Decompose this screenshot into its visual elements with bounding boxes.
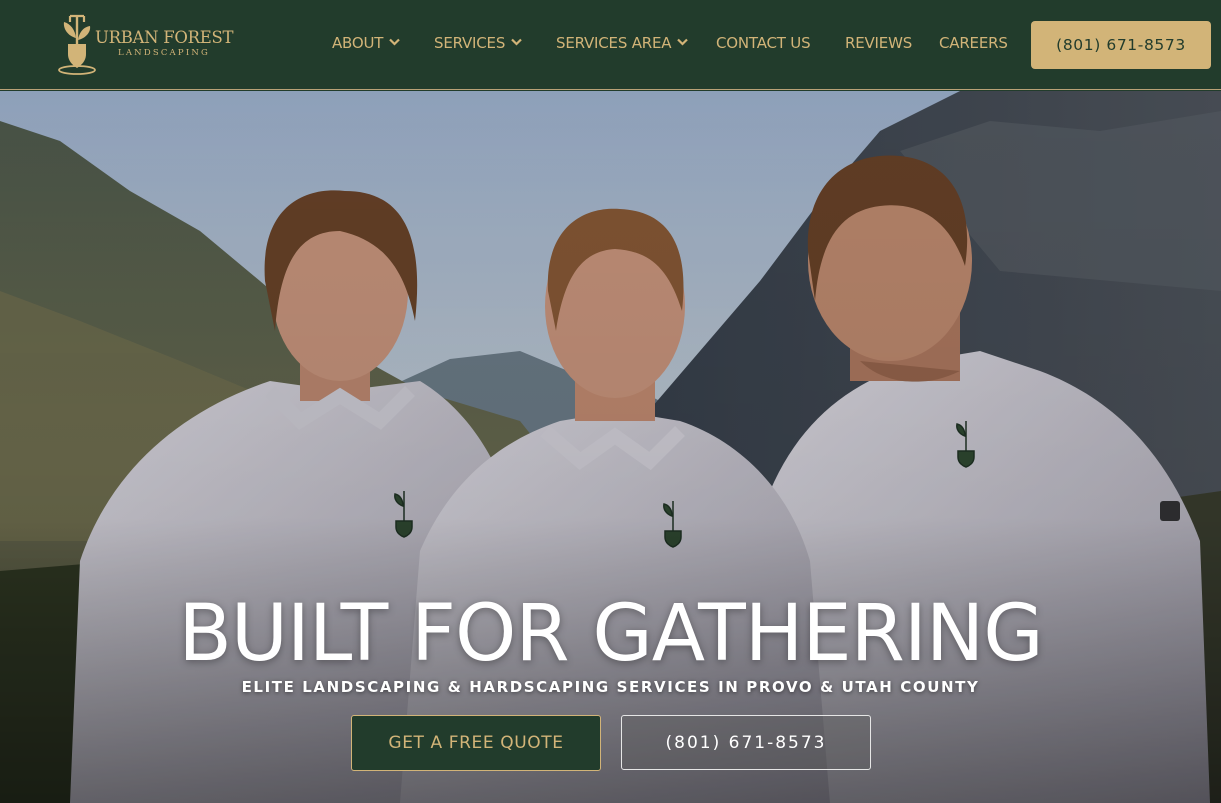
- hero-phone-button[interactable]: (801) 671-8573: [621, 715, 871, 770]
- nav-item-label: REVIEWS: [845, 34, 913, 52]
- nav-item-about[interactable]: ABOUT: [332, 34, 401, 56]
- hero-section: BUILT FOR GATHERING ELITE LANDSCAPING & …: [0, 91, 1221, 803]
- chevron-down-icon: [677, 38, 689, 46]
- hero-background-photo: [0, 91, 1221, 803]
- nav-item-label: CONTACT US: [716, 34, 811, 52]
- site-header: URBAN FOREST LANDSCAPING ABOUT SERVICES …: [0, 0, 1221, 90]
- chevron-down-icon: [389, 38, 401, 46]
- nav-item-label: CAREERS: [939, 34, 1008, 52]
- nav-item-label: SERVICES: [434, 34, 506, 52]
- nav-item-services-area[interactable]: SERVICES AREA: [556, 34, 689, 56]
- chevron-down-icon: [511, 38, 522, 46]
- hero-title: BUILT FOR GATHERING: [178, 589, 1043, 679]
- nav-item-label: ABOUT: [332, 34, 384, 52]
- nav-item-contact-us[interactable]: CONTACT US: [716, 34, 811, 56]
- nav-item-label: SERVICES AREA: [556, 34, 672, 52]
- hero-subtitle: ELITE LANDSCAPING & HARDSCAPING SERVICES…: [241, 678, 980, 696]
- nav-item-reviews[interactable]: REVIEWS: [845, 34, 912, 56]
- get-free-quote-button[interactable]: GET A FREE QUOTE: [351, 715, 601, 771]
- nav-item-services[interactable]: SERVICES: [434, 34, 522, 56]
- nav-item-careers[interactable]: CAREERS: [939, 34, 1008, 56]
- header-phone-button[interactable]: (801) 671-8573: [1031, 21, 1211, 69]
